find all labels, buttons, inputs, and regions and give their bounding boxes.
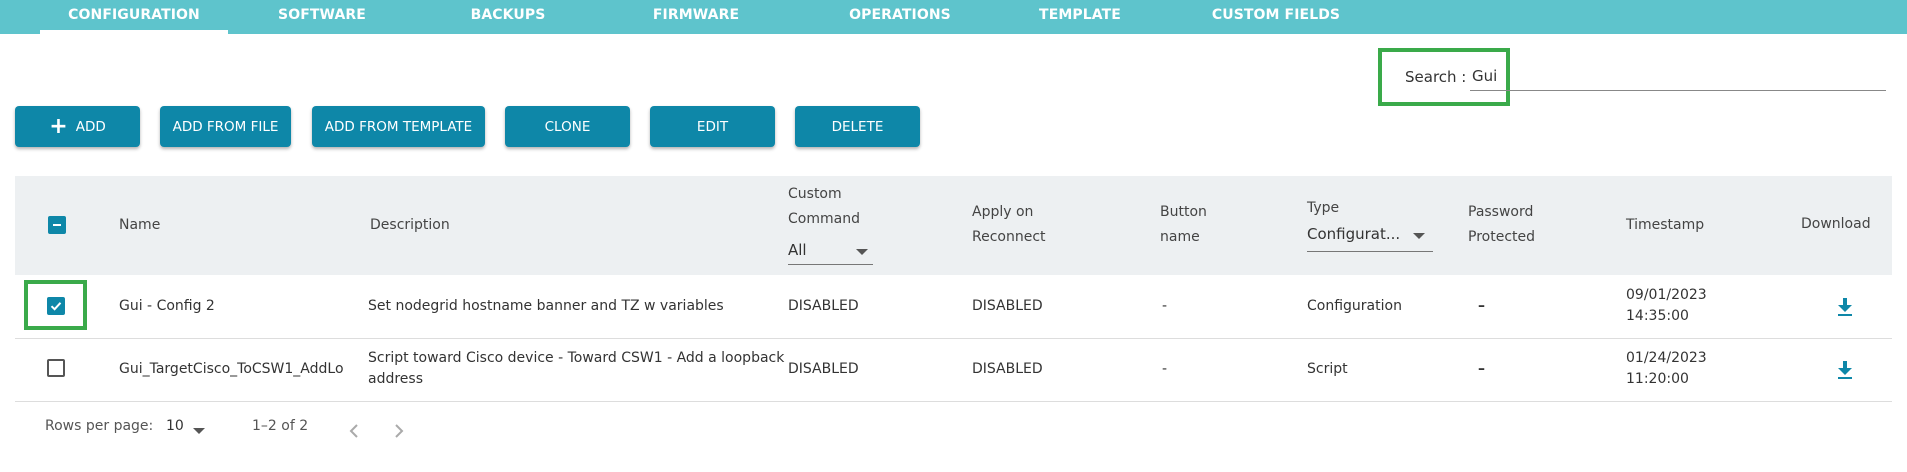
row-description-line2: address xyxy=(368,371,424,387)
header-timestamp[interactable]: Timestamp xyxy=(1626,213,1704,238)
rows-per-page-select[interactable]: 10 xyxy=(166,418,184,434)
row-password: – xyxy=(1478,298,1485,314)
search-input[interactable] xyxy=(1470,62,1886,91)
type-filter[interactable]: Configurat... xyxy=(1307,222,1400,247)
row-name: Gui_TargetCisco_ToCSW1_AddLo xyxy=(119,361,344,377)
header-password-line1: Password xyxy=(1468,204,1534,220)
caret-down-icon[interactable] xyxy=(193,428,205,434)
header-type[interactable]: Type xyxy=(1307,196,1339,221)
row-custom-command: DISABLED xyxy=(788,361,859,377)
plus-icon: + xyxy=(49,113,68,139)
header-custom-command[interactable]: Custom Command xyxy=(788,182,860,232)
checkbox-checked-icon xyxy=(50,302,62,311)
row-description: Set nodegrid hostname banner and TZ w va… xyxy=(368,298,724,314)
caret-down-icon xyxy=(856,249,868,255)
header-apply-line2: Reconnect xyxy=(972,229,1046,245)
table-row[interactable]: Gui_TargetCisco_ToCSW1_AddLo Script towa… xyxy=(15,339,1892,402)
header-name[interactable]: Name xyxy=(119,213,160,238)
tab-firmware[interactable]: FIRMWARE xyxy=(636,0,756,34)
table-row[interactable]: Gui - Config 2 Set nodegrid hostname ban… xyxy=(15,276,1892,339)
header-button-line1: Button xyxy=(1160,204,1207,220)
header-download: Download xyxy=(1801,216,1871,232)
add-from-template-button[interactable]: ADD FROM TEMPLATE xyxy=(312,106,485,147)
chevron-left-icon[interactable] xyxy=(347,423,361,439)
search-label: Search : xyxy=(1405,68,1467,86)
caret-down-icon xyxy=(1413,233,1425,239)
header-apply-line1: Apply on xyxy=(972,204,1034,220)
add-button-label: ADD xyxy=(75,118,106,135)
table-header: Name Description Custom Command All Appl… xyxy=(15,176,1892,275)
row-apply-on-reconnect: DISABLED xyxy=(972,361,1043,377)
search-area: Search : xyxy=(1378,48,1886,106)
header-apply-on-reconnect[interactable]: Apply on Reconnect xyxy=(972,200,1046,250)
tab-operations[interactable]: OPERATIONS xyxy=(830,0,970,34)
row-checkbox[interactable] xyxy=(47,297,65,315)
header-custom-command-line1: Custom xyxy=(788,186,842,202)
custom-command-select-underline xyxy=(788,264,873,265)
chevron-right-icon[interactable] xyxy=(392,423,406,439)
row-button-name: - xyxy=(1162,361,1168,377)
row-apply-on-reconnect: DISABLED xyxy=(972,298,1043,314)
checkbox-indeterminate-icon xyxy=(53,224,61,226)
row-date: 09/01/2023 xyxy=(1626,287,1707,303)
tab-software[interactable]: SOFTWARE xyxy=(262,0,382,34)
row-description: Script toward Cisco device - Toward CSW1… xyxy=(368,348,784,390)
pagination-range: 1–2 of 2 xyxy=(252,418,309,434)
download-icon[interactable] xyxy=(1835,296,1855,318)
type-select-underline xyxy=(1307,251,1433,252)
edit-button[interactable]: EDIT xyxy=(650,106,775,147)
tab-configuration[interactable]: CONFIGURATION xyxy=(40,0,228,34)
header-button-line2: name xyxy=(1160,229,1200,245)
row-date: 01/24/2023 xyxy=(1626,350,1707,366)
row-button-name: - xyxy=(1162,298,1168,314)
delete-button[interactable]: DELETE xyxy=(795,106,920,147)
row-type: Configuration xyxy=(1307,298,1402,314)
header-password-line2: Protected xyxy=(1468,229,1535,245)
header-button-name[interactable]: Button name xyxy=(1160,200,1207,250)
header-custom-command-line2: Command xyxy=(788,211,860,227)
row-timestamp: 09/01/2023 14:35:00 xyxy=(1626,285,1707,327)
custom-command-filter[interactable]: All xyxy=(788,238,807,263)
row-time: 14:35:00 xyxy=(1626,308,1689,324)
download-icon[interactable] xyxy=(1835,359,1855,381)
select-all-checkbox[interactable] xyxy=(48,216,66,234)
row-timestamp: 01/24/2023 11:20:00 xyxy=(1626,348,1707,390)
row-custom-command: DISABLED xyxy=(788,298,859,314)
row-description-line1: Script toward Cisco device - Toward CSW1… xyxy=(368,350,785,366)
add-button[interactable]: + ADD xyxy=(15,106,140,147)
row-time: 11:20:00 xyxy=(1626,371,1689,387)
row-type: Script xyxy=(1307,361,1348,377)
tab-custom-fields[interactable]: CUSTOM FIELDS xyxy=(1196,0,1356,34)
add-from-file-button[interactable]: ADD FROM FILE xyxy=(160,106,291,147)
clone-button[interactable]: CLONE xyxy=(505,106,630,147)
tab-backups[interactable]: BACKUPS xyxy=(450,0,566,34)
row-checkbox[interactable] xyxy=(47,359,65,377)
header-password-protected[interactable]: Password Protected xyxy=(1468,200,1535,250)
header-description[interactable]: Description xyxy=(370,213,450,238)
rows-per-page-label: Rows per page: xyxy=(45,418,154,434)
tab-template[interactable]: TEMPLATE xyxy=(1020,0,1140,34)
row-password: – xyxy=(1478,361,1485,377)
top-nav: CONFIGURATION SOFTWARE BACKUPS FIRMWARE … xyxy=(0,0,1907,34)
row-name: Gui - Config 2 xyxy=(119,298,215,314)
